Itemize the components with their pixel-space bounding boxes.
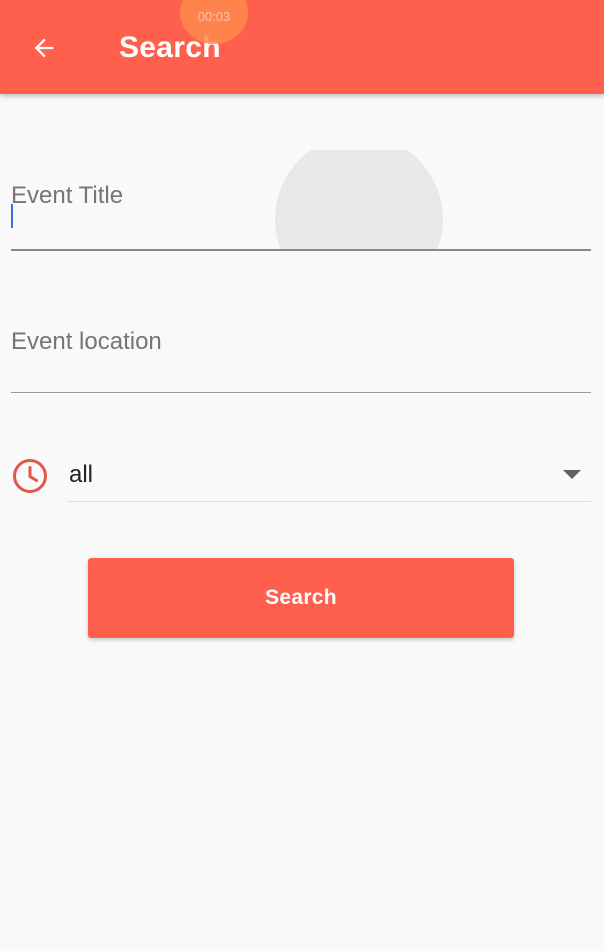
event-title-underline	[11, 249, 591, 251]
app-bar: Search 00:03	[0, 0, 604, 94]
search-button[interactable]: Search	[88, 558, 514, 638]
time-filter-dropdown[interactable]: all	[67, 450, 591, 502]
event-location-label: Event location	[11, 328, 162, 355]
event-title-label: Event Title	[11, 182, 124, 209]
back-button[interactable]	[18, 24, 70, 72]
timer-text: 00:03	[197, 9, 231, 24]
touch-ripple	[275, 150, 443, 249]
time-filter-value: all	[69, 461, 94, 488]
dropdown-arrow-icon	[563, 470, 581, 479]
event-location-underline	[11, 391, 591, 393]
event-location-field[interactable]: Event location	[11, 300, 591, 393]
text-cursor	[11, 204, 13, 228]
arrow-back-icon	[34, 38, 54, 58]
clock-icon	[13, 459, 47, 493]
event-title-field[interactable]: Event Title	[11, 150, 591, 251]
time-filter-row: all	[11, 450, 591, 502]
